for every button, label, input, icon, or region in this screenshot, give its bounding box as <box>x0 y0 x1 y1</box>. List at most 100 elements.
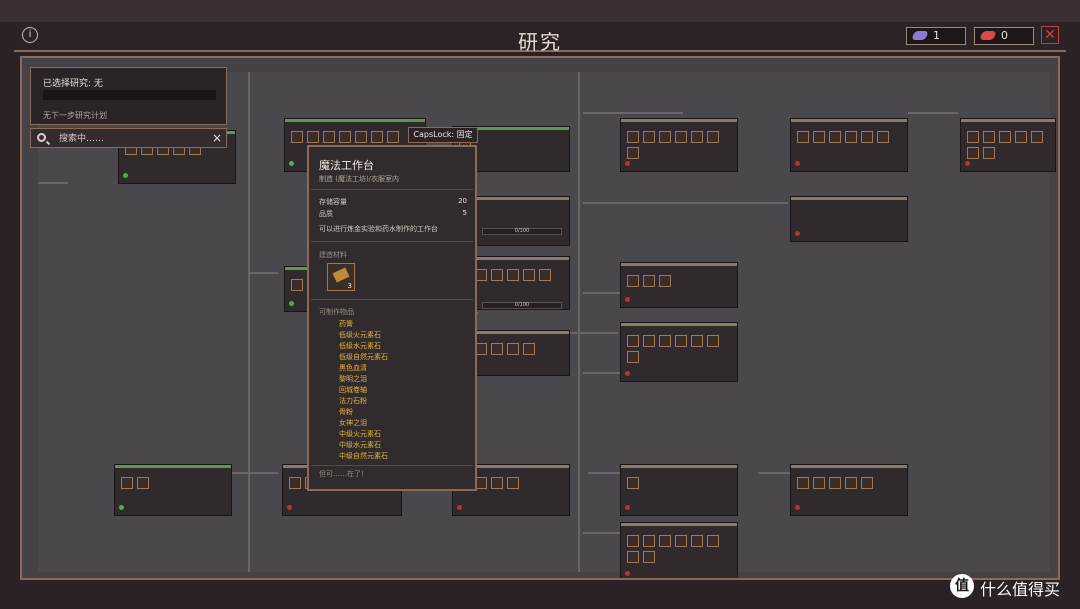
stat-storage-value: 20 <box>458 197 467 205</box>
status-dot <box>457 505 462 510</box>
item-slot[interactable] <box>491 269 503 281</box>
item-slot[interactable] <box>675 535 687 547</box>
item-slot[interactable] <box>627 147 639 159</box>
item-slot[interactable] <box>813 131 825 143</box>
item-slot[interactable] <box>691 335 703 347</box>
item-slot[interactable] <box>967 131 979 143</box>
item-slot[interactable] <box>797 477 809 489</box>
item-slot[interactable] <box>339 131 351 143</box>
item-slot[interactable] <box>659 335 671 347</box>
divider <box>311 241 473 242</box>
item-slot[interactable] <box>323 131 335 143</box>
research-node[interactable] <box>114 464 232 516</box>
research-node[interactable] <box>790 118 908 172</box>
node-header <box>791 197 907 200</box>
item-slot[interactable] <box>675 131 687 143</box>
ingot-icon <box>332 267 350 283</box>
item-slot[interactable] <box>691 535 703 547</box>
item-slot[interactable] <box>387 131 399 143</box>
item-slot[interactable] <box>861 131 873 143</box>
product-item: 中级水元素石 <box>339 441 381 449</box>
item-slot[interactable] <box>291 131 303 143</box>
item-slot[interactable] <box>291 279 303 291</box>
item-slot[interactable] <box>829 131 841 143</box>
item-slot[interactable] <box>813 477 825 489</box>
node-header <box>621 263 737 266</box>
item-slot[interactable] <box>967 147 979 159</box>
material-slot: 3 <box>327 263 355 291</box>
item-slot[interactable] <box>643 335 655 347</box>
item-slot[interactable] <box>523 269 535 281</box>
item-slot[interactable] <box>643 535 655 547</box>
item-slot[interactable] <box>983 131 995 143</box>
item-slot[interactable] <box>999 131 1011 143</box>
item-slot[interactable] <box>507 477 519 489</box>
red-gem-icon <box>979 31 997 40</box>
item-slot[interactable] <box>707 131 719 143</box>
item-slot[interactable] <box>523 343 535 355</box>
tooltip-footer: 但可……在了! <box>319 470 364 478</box>
item-slot[interactable] <box>507 269 519 281</box>
item-slot[interactable] <box>659 535 671 547</box>
item-slot[interactable] <box>627 351 639 363</box>
item-slot[interactable] <box>659 131 671 143</box>
item-slot[interactable] <box>491 477 503 489</box>
item-slot[interactable] <box>627 335 639 347</box>
item-slot[interactable] <box>845 131 857 143</box>
item-slot[interactable] <box>289 477 301 489</box>
item-slot[interactable] <box>539 269 551 281</box>
item-slot[interactable] <box>1015 131 1027 143</box>
search-box[interactable]: × <box>30 128 227 148</box>
info-icon[interactable]: i <box>22 27 38 43</box>
item-slot[interactable] <box>121 477 133 489</box>
item-slot[interactable] <box>355 131 367 143</box>
research-node[interactable] <box>620 464 738 516</box>
item-slot[interactable] <box>643 131 655 143</box>
item-slot[interactable] <box>707 335 719 347</box>
item-slot[interactable] <box>983 147 995 159</box>
item-slot[interactable] <box>1031 131 1043 143</box>
clear-search-icon[interactable]: × <box>212 131 222 145</box>
search-icon <box>37 133 46 142</box>
product-item: 骨粉 <box>339 408 353 416</box>
product-item: 低级自然元素石 <box>339 353 388 361</box>
item-slot[interactable] <box>627 275 639 287</box>
research-node[interactable] <box>960 118 1056 172</box>
item-slot[interactable] <box>507 343 519 355</box>
stat-quality-value: 5 <box>462 209 467 217</box>
item-slot[interactable] <box>627 131 639 143</box>
item-slot[interactable] <box>675 335 687 347</box>
research-node[interactable] <box>620 322 738 382</box>
item-slot[interactable] <box>877 131 889 143</box>
search-input[interactable] <box>59 132 209 145</box>
item-slot[interactable] <box>491 343 503 355</box>
item-slot[interactable] <box>643 275 655 287</box>
item-slot[interactable] <box>691 131 703 143</box>
research-node[interactable] <box>790 464 908 516</box>
products-label: 可制作物品 <box>319 308 354 316</box>
item-slot[interactable] <box>829 477 841 489</box>
item-slot[interactable] <box>307 131 319 143</box>
item-slot[interactable] <box>627 535 639 547</box>
item-slot[interactable] <box>371 131 383 143</box>
item-slot[interactable] <box>659 275 671 287</box>
research-node[interactable] <box>620 262 738 308</box>
status-dot <box>625 505 630 510</box>
item-slot[interactable] <box>627 477 639 489</box>
item-slot[interactable] <box>797 131 809 143</box>
item-slot[interactable] <box>627 551 639 563</box>
item-slot[interactable] <box>643 551 655 563</box>
stat-storage-label: 存储容量 <box>319 198 347 206</box>
item-slot[interactable] <box>707 535 719 547</box>
item-slot[interactable] <box>861 477 873 489</box>
research-node[interactable] <box>620 118 738 172</box>
status-dot <box>795 231 800 236</box>
item-slot[interactable] <box>845 477 857 489</box>
item-slot[interactable] <box>137 477 149 489</box>
node-footer <box>795 231 803 238</box>
node-footer <box>795 505 803 512</box>
research-node[interactable] <box>620 522 738 578</box>
research-node[interactable] <box>790 196 908 242</box>
node-header <box>621 323 737 326</box>
close-button[interactable]: ✕ <box>1041 26 1059 44</box>
